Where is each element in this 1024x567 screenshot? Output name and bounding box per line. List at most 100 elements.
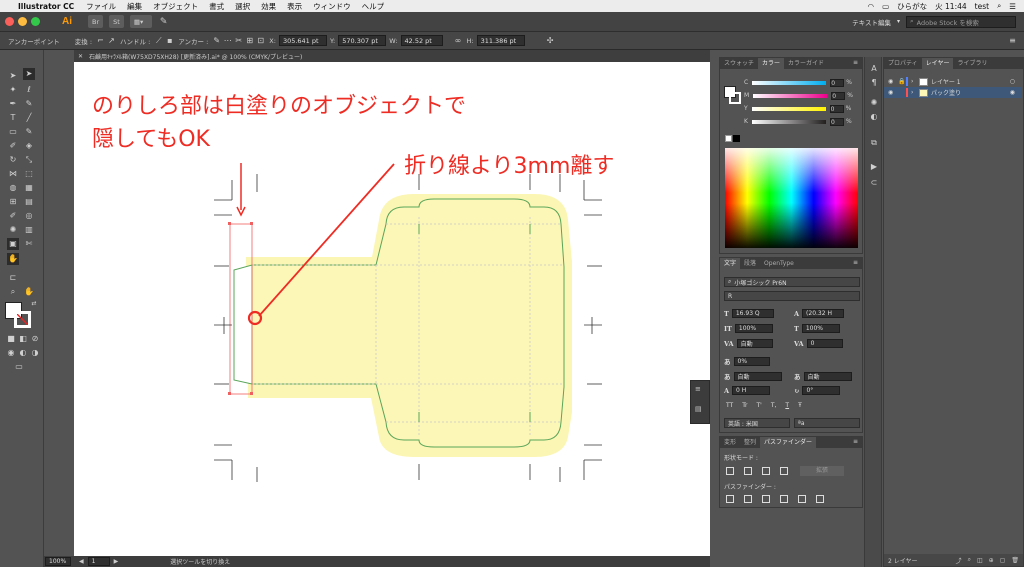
tab-align[interactable]: 整列 <box>740 437 760 448</box>
rectangle-tool-icon[interactable]: ▭ <box>7 126 19 138</box>
document-tab-title[interactable]: 石鹸用ｷｬﾗﾒﾙ箱(W75XD75XH28) [更新済み].ai* @ 100%… <box>89 52 302 61</box>
blend-tool-icon[interactable]: ◎ <box>23 210 35 222</box>
hide-handles-icon[interactable]: ▪ <box>164 35 175 46</box>
merge-button[interactable] <box>762 495 770 503</box>
superscript-button[interactable]: T' <box>756 402 761 409</box>
swap-fill-stroke-icon[interactable]: ⇄ <box>28 298 40 310</box>
gradient-mode-icon[interactable]: ◧ <box>17 333 29 345</box>
expand-arrow-icon[interactable]: › <box>911 89 919 96</box>
convert-smooth-icon[interactable]: ↗ <box>106 35 117 46</box>
kerning-field[interactable]: 自動 <box>736 339 773 348</box>
close-tab-icon[interactable]: ✕ <box>78 53 83 60</box>
lock-icon[interactable]: 🔒 <box>898 78 906 85</box>
aki-left-field[interactable]: 自動 <box>733 371 782 381</box>
menu-file[interactable]: ファイル <box>86 1 116 12</box>
panel-collapse-icon[interactable]: ≡ <box>695 385 701 393</box>
sun-icon[interactable]: ✺ <box>868 97 880 109</box>
show-handles-icon[interactable]: ⟋ <box>153 35 164 46</box>
curvature-tool-icon[interactable]: ✎ <box>23 98 35 110</box>
layer-row-2[interactable]: ◉ › パック塗り ◉ <box>884 87 1021 98</box>
appearance-icon[interactable]: ◐ <box>868 111 880 123</box>
all-caps-button[interactable]: TT <box>726 402 733 409</box>
clock[interactable]: 火 11:44 <box>935 1 967 12</box>
font-size-field[interactable]: 16.93 Q <box>731 309 774 318</box>
menu-select[interactable]: 選択 <box>235 1 250 12</box>
underline-button[interactable]: T <box>785 402 789 409</box>
hand-alt-icon[interactable]: ✋ <box>23 286 35 298</box>
eraser-icon[interactable]: ◈ <box>23 140 35 152</box>
brush-icon[interactable]: ✎ <box>160 17 168 27</box>
divide-button[interactable] <box>726 495 734 503</box>
h-field[interactable]: 311.386 pt <box>476 35 525 46</box>
shaper-tool-icon[interactable]: ✐ <box>7 140 19 152</box>
user-name[interactable]: test <box>975 2 989 11</box>
document-tab[interactable]: ✕ 石鹸用ｷｬﾗﾒﾙ箱(W75XD75XH28) [更新済み].ai* @ 10… <box>74 50 710 62</box>
font-style-select[interactable]: R <box>724 291 860 301</box>
convert-corner-icon[interactable]: ⌐ <box>95 35 106 46</box>
panel-expand-icon[interactable]: ▤ <box>695 405 702 413</box>
locate-object-icon[interactable]: ⌕ <box>968 556 971 564</box>
layer-row-1[interactable]: ◉ 🔒 › レイヤー 1 ○ <box>884 76 1021 87</box>
minus-back-button[interactable] <box>816 495 824 503</box>
pen-tool-icon[interactable]: ✒ <box>7 98 19 110</box>
slice-tool-icon[interactable]: ✄ <box>23 238 35 250</box>
tab-character[interactable]: 文字 <box>720 258 741 269</box>
new-layer-icon[interactable]: ▢ <box>1000 557 1006 564</box>
layer-name[interactable]: レイヤー 1 <box>931 77 961 86</box>
menu-view[interactable]: 表示 <box>287 1 302 12</box>
artboard-tool-icon[interactable]: ▣ <box>7 238 19 250</box>
draw-behind-icon[interactable]: ◐ <box>17 347 29 359</box>
eye-icon[interactable]: ◉ <box>888 78 898 85</box>
panel-menu-icon[interactable]: ≡ <box>853 438 858 445</box>
none-mode-icon[interactable]: ⊘ <box>29 333 41 345</box>
draw-normal-icon[interactable]: ◉ <box>5 347 17 359</box>
remove-anchor-icon[interactable]: ✎ <box>211 35 222 46</box>
language-select[interactable]: 英語 : 米国 <box>724 418 790 428</box>
menu-effect[interactable]: 効果 <box>261 1 276 12</box>
unite-button[interactable] <box>726 467 734 475</box>
hand-tool-icon[interactable]: ✋ <box>7 253 19 265</box>
perspective-grid-icon[interactable]: ▦ <box>23 182 35 194</box>
antialias-select[interactable]: ªa <box>794 418 860 428</box>
yellow-value[interactable]: 0 <box>829 104 844 113</box>
black-slider[interactable] <box>751 119 826 124</box>
width-tool-icon[interactable]: ⋈ <box>7 168 19 180</box>
stroke-swatch[interactable] <box>14 311 31 328</box>
trash-icon[interactable]: 🗑 <box>1011 557 1019 564</box>
leading-field[interactable]: (20.32 H <box>802 309 845 318</box>
tab-color[interactable]: カラー <box>758 58 785 69</box>
search-icon[interactable]: ⌕ <box>997 1 1001 11</box>
artboard-alt-icon[interactable]: ⊏ <box>7 272 19 284</box>
export-icon[interactable]: ⤴ <box>956 556 962 565</box>
panel-menu-icon[interactable]: ≡ <box>1007 35 1018 46</box>
scale-tool-icon[interactable]: ⤡ <box>23 154 35 166</box>
target-icon[interactable]: ◉ <box>1010 89 1015 96</box>
tab-swatches[interactable]: スウォッチ <box>720 58 758 69</box>
menu-type[interactable]: 書式 <box>209 1 224 12</box>
new-sublayer-icon[interactable]: ⊕ <box>989 557 994 564</box>
menu-object[interactable]: オブジェクト <box>153 1 198 12</box>
app-menu-name[interactable]: Illustrator CC <box>18 2 74 11</box>
outline-button[interactable] <box>798 495 806 503</box>
menu-help[interactable]: ヘルプ <box>362 1 385 12</box>
panel-menu-icon[interactable]: ≡ <box>853 259 858 266</box>
battery-icon[interactable]: ▭ <box>882 2 889 11</box>
tab-paragraph[interactable]: 段落 <box>740 258 760 269</box>
type-tool-icon[interactable]: T <box>7 112 19 124</box>
panel-menu-icon[interactable]: ≡ <box>853 59 858 66</box>
menu-list-icon[interactable]: ☰ <box>1009 2 1016 11</box>
color-mode-icon[interactable]: ■ <box>5 333 17 345</box>
expand-button[interactable]: 拡張 <box>800 466 844 476</box>
cut-path-icon[interactable]: ✂ <box>233 35 244 46</box>
tab-layers[interactable]: レイヤー <box>921 58 954 69</box>
wifi-icon[interactable]: ◠ <box>868 2 875 11</box>
magenta-slider[interactable] <box>753 93 828 98</box>
zoom-select[interactable]: 100% <box>45 557 71 566</box>
artboard-canvas[interactable]: のりしろ部は白塗りのオブジェクトで 隠してもOK 折り線より3mm離す <box>74 62 710 556</box>
baseline-field[interactable]: 0 H <box>732 386 771 395</box>
paragraph-styles-icon[interactable]: ¶ <box>868 77 880 89</box>
eyedropper-icon[interactable]: ✐ <box>7 210 19 222</box>
black-swatch[interactable] <box>733 135 740 142</box>
links-icon[interactable]: ⊂ <box>868 177 880 189</box>
x-field[interactable]: 305.641 pt <box>278 35 327 46</box>
